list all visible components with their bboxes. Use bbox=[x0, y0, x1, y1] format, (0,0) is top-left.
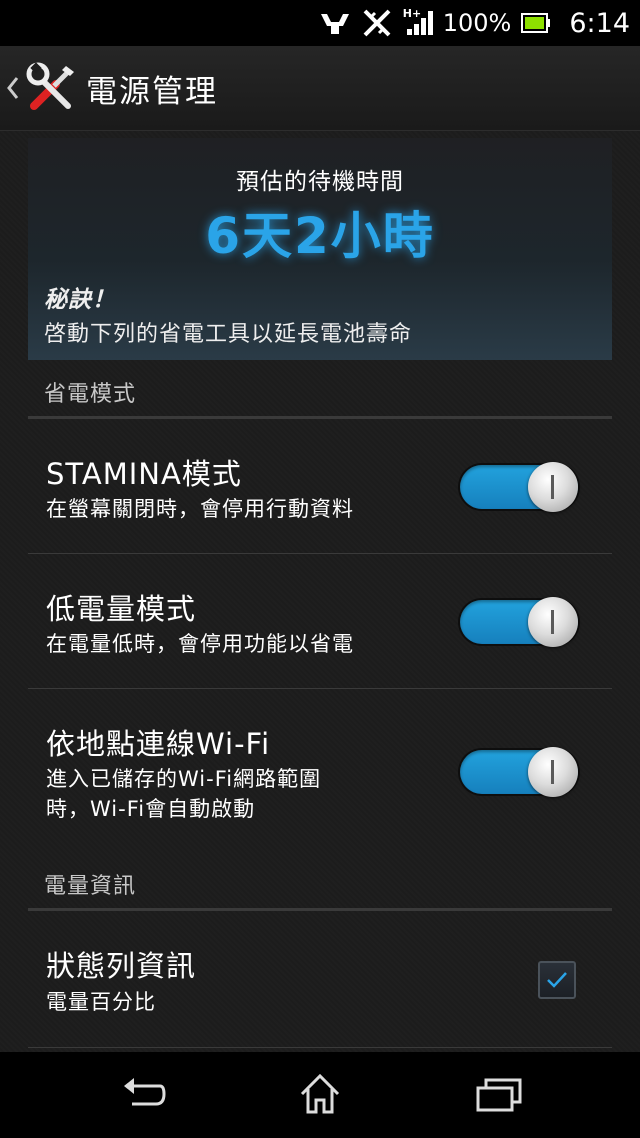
standby-estimate-value: 6天2小時 bbox=[205, 207, 435, 265]
standby-estimate-label: 預估的待機時間 bbox=[236, 169, 404, 195]
stamina-toggle[interactable] bbox=[460, 462, 578, 512]
setting-title: 狀態列資訊 bbox=[46, 949, 197, 983]
toggle-knob bbox=[528, 747, 578, 797]
setting-row-low-battery[interactable]: 低電量模式 在電量低時，會停用功能以省電 bbox=[28, 554, 612, 689]
navigation-bar bbox=[0, 1052, 640, 1138]
chevron-left-icon[interactable] bbox=[6, 74, 20, 106]
setting-title: STAMINA模式 bbox=[46, 457, 242, 491]
back-icon[interactable] bbox=[118, 1072, 168, 1116]
setting-subtitle: 在電量低時，會停用功能以省電 bbox=[46, 632, 354, 656]
setting-title: 依地點連線Wi-Fi bbox=[46, 727, 271, 761]
tools-icon[interactable] bbox=[26, 62, 76, 116]
section-title: 省電模式 bbox=[44, 382, 137, 407]
setting-subtitle: 電量百分比 bbox=[46, 990, 156, 1014]
no-signal-icon bbox=[361, 9, 393, 37]
status-bar: H+ 100% 6:14 bbox=[0, 0, 640, 46]
page-title: 電源管理 bbox=[86, 74, 218, 110]
standby-estimate-panel: 預估的待機時間 6天2小時 秘訣！ 啓動下列的省電工具以延長電池壽命 bbox=[28, 138, 612, 360]
toggle-knob bbox=[528, 597, 578, 647]
section-title: 電量資訊 bbox=[44, 874, 137, 899]
setting-subtitle: 在螢幕關閉時，會停用行動資料 bbox=[46, 497, 354, 521]
battery-icon bbox=[521, 12, 551, 34]
status-bar-info-checkbox[interactable] bbox=[538, 961, 576, 999]
action-bar: 電源管理 bbox=[0, 46, 640, 131]
tip-text: 啓動下列的省電工具以延長電池壽命 bbox=[44, 322, 413, 347]
checkmark-icon bbox=[547, 972, 567, 988]
setting-title: 低電量模式 bbox=[46, 592, 197, 626]
section-header-battery-info: 電量資訊 bbox=[28, 860, 612, 911]
battery-percent: 100% bbox=[442, 9, 512, 37]
location-wifi-toggle[interactable] bbox=[460, 747, 578, 797]
clock: 6:14 bbox=[569, 7, 630, 39]
network-type-label: H+ bbox=[402, 7, 422, 20]
setting-subtitle-line1: 進入已儲存的Wi-Fi網路範圍 bbox=[46, 767, 322, 791]
low-battery-toggle[interactable] bbox=[460, 597, 578, 647]
home-icon[interactable] bbox=[298, 1072, 342, 1120]
setting-row-status-bar-info[interactable]: 狀態列資訊 電量百分比 bbox=[28, 911, 612, 1048]
setting-row-stamina[interactable]: STAMINA模式 在螢幕關閉時，會停用行動資料 bbox=[28, 419, 612, 554]
setting-row-location-wifi[interactable]: 依地點連線Wi-Fi 進入已儲存的Wi-Fi網路範圍 時，Wi-Fi會自動啟動 bbox=[28, 689, 612, 857]
signal-strength-icon: H+ bbox=[402, 7, 433, 37]
toggle-knob bbox=[528, 462, 578, 512]
power-connected-icon bbox=[319, 10, 351, 36]
tip-title: 秘訣！ bbox=[44, 287, 116, 313]
recent-apps-icon[interactable] bbox=[476, 1072, 522, 1118]
section-header-power-saving: 省電模式 bbox=[28, 368, 612, 419]
setting-subtitle-line2: 時，Wi-Fi會自動啟動 bbox=[46, 797, 256, 821]
